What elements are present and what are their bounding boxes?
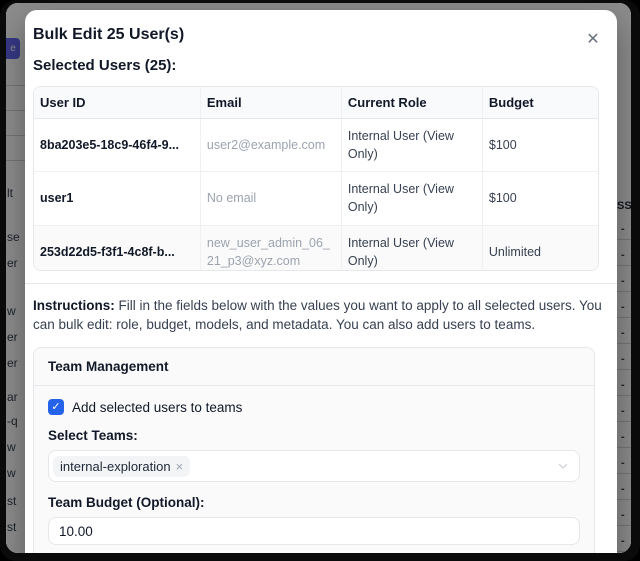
selected-users-label: Selected Users (25):	[33, 57, 607, 74]
email-cell: No email	[200, 172, 341, 225]
selected-users-scroll-area[interactable]: User ID Email Current Role Budget 8ba203…	[33, 86, 599, 271]
team-tag-label: internal-exploration	[60, 459, 171, 474]
instructions-body: Fill in the fields below with the values…	[33, 298, 602, 332]
email-cell: new_user_admin_06_21_p3@xyz.com	[200, 225, 341, 271]
role-cell: Internal User (View Only)	[341, 225, 482, 271]
budget-cell: $100	[482, 119, 598, 172]
instructions-prefix: Instructions:	[33, 298, 115, 313]
role-cell: Internal User (View Only)	[341, 119, 482, 172]
team-budget-label: Team Budget (Optional):	[48, 495, 580, 510]
checkbox-label: Add selected users to teams	[72, 400, 242, 415]
add-users-to-teams-checkbox-row[interactable]: ✓ Add selected users to teams	[48, 399, 580, 415]
role-cell: Internal User (View Only)	[341, 172, 482, 225]
app-screen: e lt se er w er er ar -q w w st st SS	[6, 3, 631, 553]
modal-title: Bulk Edit 25 User(s)	[33, 26, 607, 44]
checkbox-checked-icon[interactable]: ✓	[48, 399, 64, 415]
col-header-budget: Budget	[482, 87, 598, 119]
chevron-down-icon	[557, 460, 569, 472]
user-id-cell: 8ba203e5-18c9-46f4-9...	[34, 119, 200, 172]
table-header-row: User ID Email Current Role Budget	[34, 87, 598, 119]
selected-users-table: User ID Email Current Role Budget 8ba203…	[34, 87, 598, 271]
team-management-title: Team Management	[34, 348, 594, 386]
window-frame: e lt se er w er er ar -q w w st st SS	[0, 0, 640, 561]
teams-multiselect[interactable]: internal-exploration ×	[48, 450, 580, 482]
divider	[25, 283, 617, 284]
budget-cell: Unlimited	[482, 225, 598, 271]
team-management-body: ✓ Add selected users to teams Select Tea…	[34, 386, 594, 553]
col-header-current-role: Current Role	[341, 87, 482, 119]
table-row: user1 No email Internal User (View Only)…	[34, 172, 598, 225]
select-teams-label: Select Teams:	[48, 428, 580, 443]
instructions-text: Instructions: Fill in the fields below w…	[33, 296, 603, 334]
table-row: 253d22d5-f3f1-4c8f-b... new_user_admin_0…	[34, 225, 598, 271]
budget-cell: $100	[482, 172, 598, 225]
team-budget-input[interactable]	[48, 517, 580, 545]
team-management-section: Team Management ✓ Add selected users to …	[33, 347, 595, 553]
user-id-cell: user1	[34, 172, 200, 225]
close-button[interactable]: ✕	[583, 30, 603, 50]
user-id-cell: 253d22d5-f3f1-4c8f-b...	[34, 225, 200, 271]
bulk-edit-modal: ✕ Bulk Edit 25 User(s) Selected Users (2…	[25, 10, 617, 553]
remove-tag-icon[interactable]: ×	[176, 459, 184, 474]
close-icon: ✕	[586, 31, 599, 48]
selected-team-tag: internal-exploration ×	[53, 456, 190, 477]
email-cell: user2@example.com	[200, 119, 341, 172]
col-header-user-id: User ID	[34, 87, 200, 119]
col-header-email: Email	[200, 87, 341, 119]
table-row: 8ba203e5-18c9-46f4-9... user2@example.co…	[34, 119, 598, 172]
